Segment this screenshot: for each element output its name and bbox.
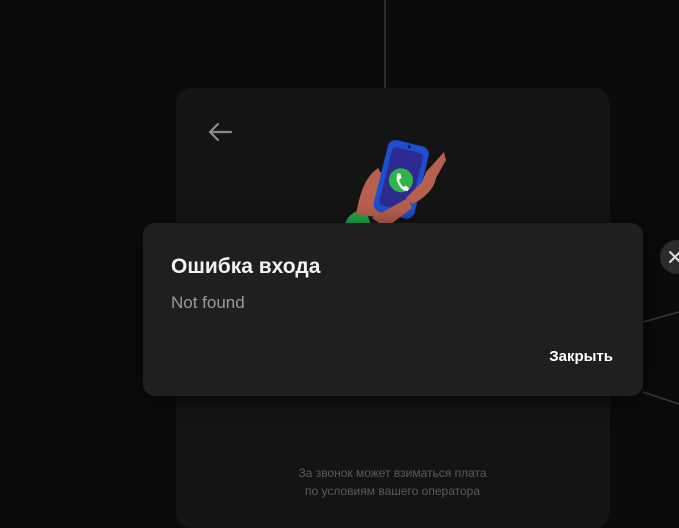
arrow-left-icon [208, 122, 233, 142]
error-dialog: Ошибка входа Not found Закрыть [143, 223, 643, 396]
notice-line-2: по условиям вашего оператора [305, 484, 480, 498]
notice-line-1: За звонок может взиматься плата [298, 466, 487, 480]
close-icon [669, 251, 679, 263]
close-dialog-button[interactable]: Закрыть [549, 348, 613, 365]
phone-call-illustration [344, 139, 446, 228]
call-charge-notice: За звонок может взиматься плата по услов… [250, 464, 535, 500]
dialog-title: Ошибка входа [171, 255, 321, 278]
dialog-message: Not found [171, 293, 245, 312]
back-button[interactable] [202, 116, 238, 148]
